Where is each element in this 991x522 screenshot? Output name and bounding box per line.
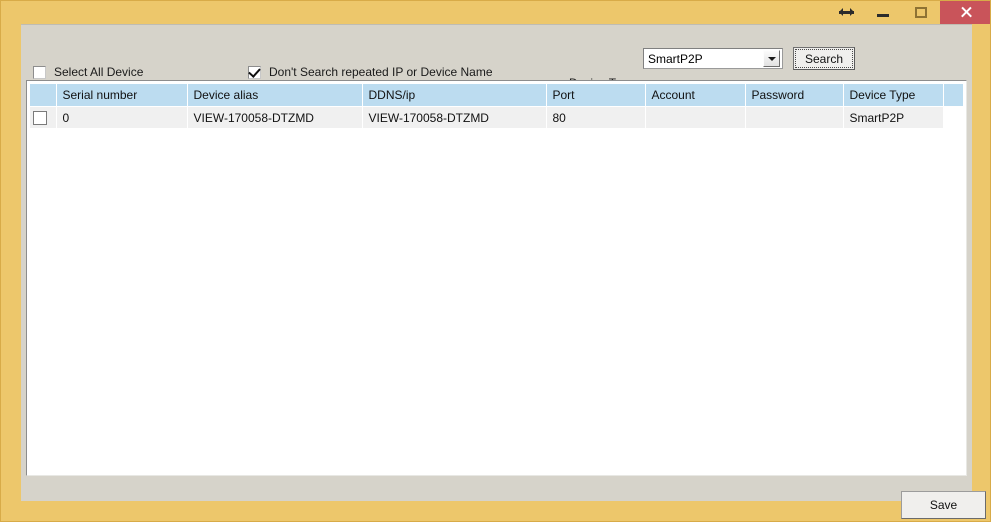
checkbox-box [248,64,261,79]
no-repeat-search-checkbox[interactable]: Don't Search repeated IP or Device Name [248,64,493,79]
close-button[interactable] [940,1,990,24]
save-button[interactable]: Save [901,491,986,519]
column-header-password[interactable]: Password [745,84,844,107]
resize-arrows-icon [838,8,854,17]
column-header-device-alias[interactable]: Device alias [187,84,363,107]
client-area: Select All Device Don't Search repeated … [21,24,986,519]
column-header-serial-number[interactable]: Serial number [56,84,188,107]
column-header-port[interactable]: Port [546,84,646,107]
search-button[interactable]: Search [793,47,855,70]
cell-device-alias: VIEW-170058-DTZMD [187,106,363,128]
minimize-button[interactable] [864,1,902,24]
cell-filler [943,106,963,128]
checkbox-box [33,65,46,79]
maximize-icon [915,7,927,18]
cell-password [745,106,844,128]
checkbox-box [33,110,47,125]
cell-serial-number: 0 [56,106,188,128]
column-header-account[interactable]: Account [645,84,746,107]
title-bar-title [1,1,828,24]
column-header-device-type[interactable]: Device Type [843,84,944,107]
close-icon [960,6,973,19]
column-header-ddns-ip[interactable]: DDNS/ip [362,84,547,107]
select-all-device-checkbox[interactable]: Select All Device [33,65,143,79]
device-table: Serial number Device alias DDNS/ip Port … [30,84,963,128]
device-type-value: SmartP2P [648,51,703,66]
chevron-down-icon[interactable] [763,50,780,67]
no-repeat-search-label: Don't Search repeated IP or Device Name [269,65,493,79]
row-select-checkbox[interactable] [30,106,57,128]
footer-bar: Save [21,476,986,519]
title-bar [1,1,990,24]
table-row[interactable]: 0 VIEW-170058-DTZMD VIEW-170058-DTZMD 80… [30,106,963,128]
cell-ddns-ip: VIEW-170058-DTZMD [362,106,547,128]
device-search-window: Select All Device Don't Search repeated … [0,0,991,522]
device-type-select[interactable]: SmartP2P [643,48,783,69]
cell-port: 80 [546,106,646,128]
maximize-button[interactable] [902,1,940,24]
search-button-label: Search [795,49,853,68]
cell-device-type: SmartP2P [843,106,944,128]
table-header-row: Serial number Device alias DDNS/ip Port … [30,84,963,107]
cell-account [645,106,746,128]
column-header-select[interactable] [30,84,57,107]
device-list-panel: Serial number Device alias DDNS/ip Port … [26,80,967,476]
device-list-scroll[interactable]: Serial number Device alias DDNS/ip Port … [30,84,963,472]
column-header-filler [943,84,963,107]
resize-icon[interactable] [828,1,864,24]
options-toolbar: Select All Device Don't Search repeated … [21,25,972,90]
minimize-icon [877,13,889,17]
select-all-device-label: Select All Device [54,65,144,79]
